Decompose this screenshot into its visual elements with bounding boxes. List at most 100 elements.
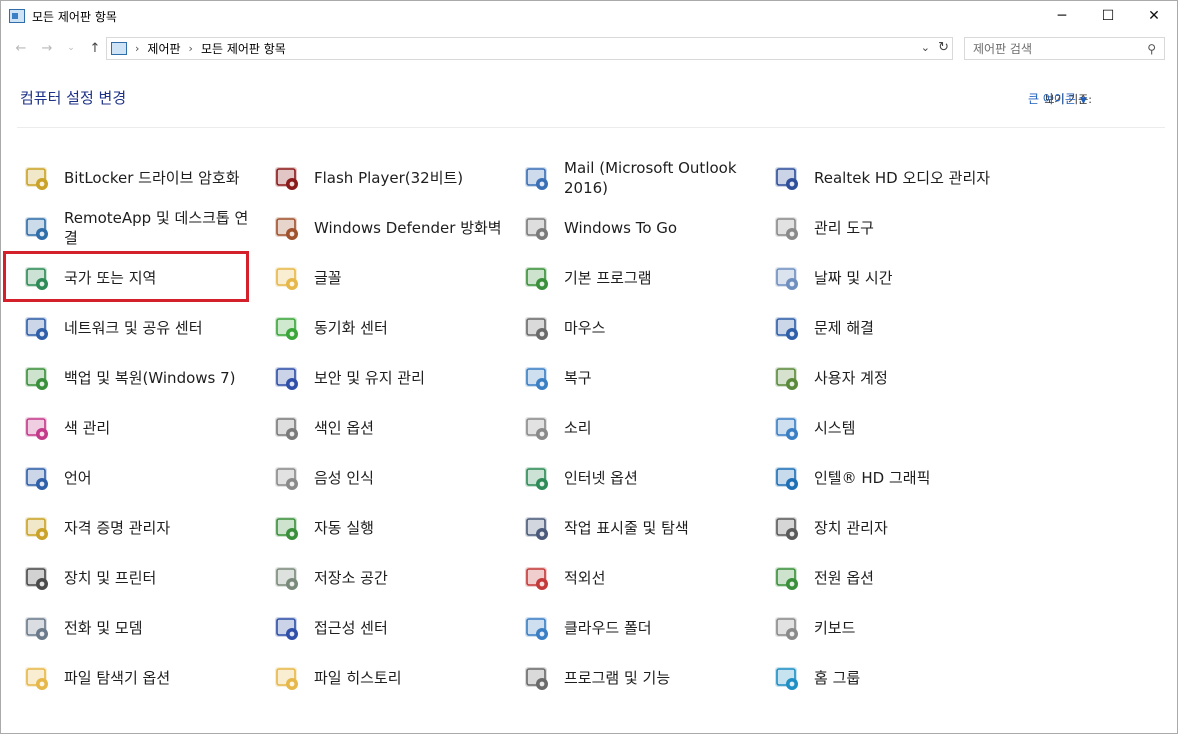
control-panel-item[interactable]: 기본 프로그램 <box>517 253 767 303</box>
maximize-button[interactable]: ☐ <box>1085 1 1131 31</box>
control-panel-item[interactable]: Windows To Go <box>517 203 767 253</box>
control-panel-item[interactable]: 동기화 센터 <box>267 303 517 353</box>
control-panel-item[interactable]: Flash Player(32비트) <box>267 153 517 203</box>
recent-locations-chevron-icon[interactable]: ⌄ <box>61 38 81 58</box>
item-label[interactable]: 작업 표시줄 및 탐색 <box>564 518 689 538</box>
title-bar[interactable]: 모든 제어판 항목 ─ ☐ ✕ <box>1 1 1177 31</box>
control-panel-item[interactable]: 음성 인식 <box>267 453 517 503</box>
item-label[interactable]: RemoteApp 및 데스크톱 연결 <box>64 208 254 248</box>
control-panel-item[interactable]: 홈 그룹 <box>767 653 1017 703</box>
item-label[interactable]: 접근성 센터 <box>314 618 388 638</box>
item-label[interactable]: Realtek HD 오디오 관리자 <box>814 168 990 188</box>
item-label[interactable]: Windows To Go <box>564 218 677 238</box>
item-label[interactable]: 관리 도구 <box>814 218 874 238</box>
item-label[interactable]: 기본 프로그램 <box>564 268 652 288</box>
item-label[interactable]: 마우스 <box>564 318 605 338</box>
item-label[interactable]: 키보드 <box>814 618 855 638</box>
close-button[interactable]: ✕ <box>1131 1 1177 31</box>
search-input[interactable] <box>973 41 1133 56</box>
search-icon[interactable]: ⚲ <box>1147 42 1156 56</box>
item-label[interactable]: 글꼴 <box>314 268 342 288</box>
control-panel-item[interactable]: 프로그램 및 기능 <box>517 653 767 703</box>
dropdown-arrow-icon[interactable]: ▼ <box>1080 96 1087 106</box>
control-panel-item[interactable]: 적외선 <box>517 553 767 603</box>
control-panel-item[interactable]: Windows Defender 방화벽 <box>267 203 517 253</box>
back-arrow-icon[interactable]: ← <box>11 38 31 58</box>
item-label[interactable]: 장치 관리자 <box>814 518 888 538</box>
control-panel-item[interactable]: 소리 <box>517 403 767 453</box>
control-panel-item[interactable]: 자동 실행 <box>267 503 517 553</box>
control-panel-item[interactable]: RemoteApp 및 데스크톱 연결 <box>17 203 267 253</box>
control-panel-item[interactable]: 전원 옵션 <box>767 553 1017 603</box>
item-label[interactable]: 문제 해결 <box>814 318 874 338</box>
control-panel-item[interactable]: 저장소 공간 <box>267 553 517 603</box>
control-panel-item[interactable]: 보안 및 유지 관리 <box>267 353 517 403</box>
breadcrumb-chevron-icon[interactable]: › <box>189 42 193 55</box>
search-box[interactable]: ⚲ <box>964 37 1165 60</box>
item-label[interactable]: 인텔® HD 그래픽 <box>814 468 930 488</box>
view-by-value[interactable]: 큰 아이콘 <box>1028 92 1076 106</box>
view-by-selector[interactable]: 큰 아이콘 ▼ <box>1028 90 1087 107</box>
item-label[interactable]: 자동 실행 <box>314 518 374 538</box>
control-panel-item[interactable]: 키보드 <box>767 603 1017 653</box>
item-label[interactable]: 적외선 <box>564 568 605 588</box>
control-panel-item[interactable]: 관리 도구 <box>767 203 1017 253</box>
item-label[interactable]: 장치 및 프린터 <box>64 568 156 588</box>
control-panel-item[interactable]: 인텔® HD 그래픽 <box>767 453 1017 503</box>
breadcrumb-all-items[interactable]: 모든 제어판 항목 <box>201 40 286 57</box>
item-label[interactable]: 보안 및 유지 관리 <box>314 368 425 388</box>
item-label[interactable]: 시스템 <box>814 418 855 438</box>
control-panel-item[interactable]: 시스템 <box>767 403 1017 453</box>
control-panel-item[interactable]: 색인 옵션 <box>267 403 517 453</box>
control-panel-item[interactable]: Mail (Microsoft Outlook 2016) <box>517 153 767 203</box>
control-panel-item[interactable]: 작업 표시줄 및 탐색 <box>517 503 767 553</box>
item-label[interactable]: 언어 <box>64 468 92 488</box>
item-label[interactable]: 복구 <box>564 368 592 388</box>
control-panel-item[interactable]: 사용자 계정 <box>767 353 1017 403</box>
item-label[interactable]: BitLocker 드라이브 암호화 <box>64 168 240 188</box>
item-label[interactable]: 색인 옵션 <box>314 418 374 438</box>
control-panel-item[interactable]: 글꼴 <box>267 253 517 303</box>
control-panel-item[interactable]: 장치 관리자 <box>767 503 1017 553</box>
control-panel-item[interactable]: 색 관리 <box>17 403 267 453</box>
item-label[interactable]: 소리 <box>564 418 592 438</box>
item-label[interactable]: Mail (Microsoft Outlook 2016) <box>564 158 754 198</box>
refresh-icon[interactable]: ↻ <box>938 40 949 55</box>
breadcrumb-chevron-icon[interactable]: › <box>135 42 139 55</box>
control-panel-item[interactable]: 네트워크 및 공유 센터 <box>17 303 267 353</box>
control-panel-item[interactable]: 접근성 센터 <box>267 603 517 653</box>
address-dropdown-icon[interactable]: ⌄ <box>921 41 930 54</box>
item-label[interactable]: 음성 인식 <box>314 468 374 488</box>
item-label[interactable]: 전원 옵션 <box>814 568 874 588</box>
item-label[interactable]: 저장소 공간 <box>314 568 388 588</box>
item-label[interactable]: Flash Player(32비트) <box>314 168 463 188</box>
item-label[interactable]: 프로그램 및 기능 <box>564 668 670 688</box>
control-panel-item[interactable]: 날짜 및 시간 <box>767 253 1017 303</box>
item-label[interactable]: 동기화 센터 <box>314 318 388 338</box>
control-panel-item[interactable]: 인터넷 옵션 <box>517 453 767 503</box>
control-panel-item[interactable]: 문제 해결 <box>767 303 1017 353</box>
control-panel-item[interactable]: 클라우드 폴더 <box>517 603 767 653</box>
control-panel-item[interactable]: 파일 탐색기 옵션 <box>17 653 267 703</box>
minimize-button[interactable]: ─ <box>1039 1 1085 31</box>
control-panel-item[interactable]: 자격 증명 관리자 <box>17 503 267 553</box>
item-label[interactable]: 네트워크 및 공유 센터 <box>64 318 203 338</box>
control-panel-item[interactable]: 파일 히스토리 <box>267 653 517 703</box>
control-panel-item[interactable]: 언어 <box>17 453 267 503</box>
control-panel-item[interactable]: 전화 및 모뎀 <box>17 603 267 653</box>
item-label[interactable]: 파일 탐색기 옵션 <box>64 668 170 688</box>
control-panel-item[interactable]: 장치 및 프린터 <box>17 553 267 603</box>
control-panel-item[interactable]: 마우스 <box>517 303 767 353</box>
item-label[interactable]: 자격 증명 관리자 <box>64 518 170 538</box>
item-label[interactable]: 클라우드 폴더 <box>564 618 652 638</box>
control-panel-item[interactable]: BitLocker 드라이브 암호화 <box>17 153 267 203</box>
breadcrumb-control-panel[interactable]: 제어판 <box>147 40 180 57</box>
control-panel-item[interactable]: 복구 <box>517 353 767 403</box>
address-bar[interactable]: › 제어판 › 모든 제어판 항목 ⌄ ↻ <box>106 37 953 60</box>
control-panel-item[interactable]: 백업 및 복원(Windows 7) <box>17 353 267 403</box>
item-label[interactable]: 파일 히스토리 <box>314 668 402 688</box>
item-label[interactable]: 홈 그룹 <box>814 668 860 688</box>
item-label[interactable]: Windows Defender 방화벽 <box>314 218 502 238</box>
up-arrow-icon[interactable]: ↑ <box>85 38 105 58</box>
item-label[interactable]: 전화 및 모뎀 <box>64 618 143 638</box>
